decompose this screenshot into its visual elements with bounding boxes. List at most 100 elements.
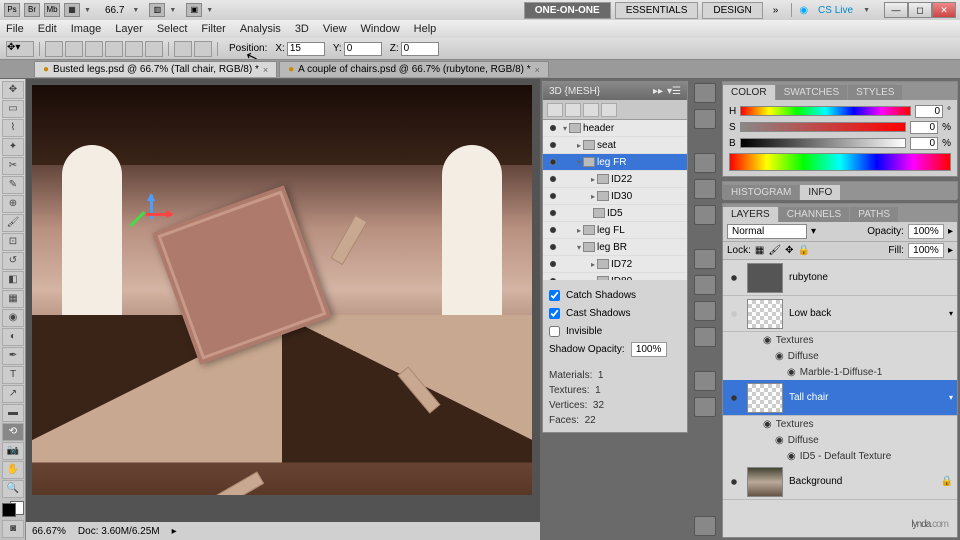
tree-item[interactable]: ▸ID22 <box>543 171 687 188</box>
canvas-area[interactable]: 66.67% Doc: 3.60M/6.25M ▸ <box>26 79 540 540</box>
3d-leg-object[interactable] <box>214 471 264 495</box>
tab-channels[interactable]: CHANNELS <box>779 207 849 222</box>
visibility-icon[interactable] <box>547 122 559 134</box>
move-tool[interactable]: ✥ <box>2 81 24 99</box>
visibility-icon[interactable] <box>727 271 741 285</box>
visibility-icon[interactable] <box>547 156 559 168</box>
current-tool-icon[interactable]: ✥▾ <box>6 41 34 57</box>
layer-effect[interactable]: ◉ Marble-1-Diffuse-1 <box>723 364 957 380</box>
cast-shadows-checkbox[interactable] <box>549 308 560 319</box>
dock-icon[interactable] <box>694 371 716 391</box>
tree-item[interactable]: ▸ID72 <box>543 256 687 273</box>
menu-select[interactable]: Select <box>157 23 188 35</box>
visibility-icon[interactable] <box>547 241 559 253</box>
roll-icon[interactable] <box>85 41 103 57</box>
tab-layers[interactable]: LAYERS <box>723 207 778 222</box>
hue-input[interactable]: 0 <box>915 105 943 118</box>
opacity-input[interactable]: 100% <box>908 224 944 239</box>
mesh-filter-icon[interactable] <box>565 103 581 117</box>
chevron-down-icon[interactable]: ▼ <box>132 7 139 14</box>
blend-mode-select[interactable]: Normal <box>727 224 807 239</box>
layer-thumbnail[interactable] <box>747 383 783 413</box>
layer-list[interactable]: rubytoneLow back▾◉ Textures◉ Diffuse◉ Ma… <box>723 260 957 537</box>
dock-icon[interactable] <box>694 179 716 199</box>
menu-layer[interactable]: Layer <box>115 23 143 35</box>
tree-item[interactable]: ▾leg FR <box>543 154 687 171</box>
layer-row[interactable]: Low back▾ <box>723 296 957 332</box>
tree-item[interactable]: ▸ID30 <box>543 188 687 205</box>
invisible-checkbox[interactable] <box>549 326 560 337</box>
eye-icon[interactable]: ◉ <box>775 351 784 362</box>
menu-analysis[interactable]: Analysis <box>240 23 281 35</box>
eraser-tool[interactable]: ◧ <box>2 271 24 289</box>
mesh-icon[interactable] <box>194 41 212 57</box>
x-axis-icon[interactable] <box>146 213 172 216</box>
menu-edit[interactable]: Edit <box>38 23 57 35</box>
layer-effect[interactable]: ◉ Textures <box>723 332 957 348</box>
chevron-down-icon[interactable]: ▼ <box>206 7 213 14</box>
stamp-tool[interactable]: ⊡ <box>2 233 24 251</box>
menu-file[interactable]: File <box>6 23 24 35</box>
dodge-tool[interactable]: ◐ <box>2 328 24 346</box>
dock-icon[interactable] <box>694 153 716 173</box>
path-tool[interactable]: ↗ <box>2 385 24 403</box>
pen-tool[interactable]: ✒ <box>2 347 24 365</box>
cs-live-link[interactable]: CS Live <box>812 5 859 16</box>
workspace-essentials[interactable]: ESSENTIALS <box>615 2 699 19</box>
rotate-icon[interactable] <box>65 41 83 57</box>
blur-tool[interactable]: ◉ <box>2 309 24 327</box>
hue-slider[interactable] <box>740 106 911 116</box>
view-extras-icon[interactable]: ▦ <box>64 3 80 17</box>
catch-shadows-checkbox[interactable] <box>549 290 560 301</box>
sat-slider[interactable] <box>740 122 906 132</box>
lock-transparency-icon[interactable]: ▦ <box>755 245 764 256</box>
workspace-design[interactable]: DESIGN <box>702 2 762 19</box>
bri-input[interactable]: 0 <box>910 137 938 150</box>
tree-item[interactable]: ID5 <box>543 205 687 222</box>
doc-tab-1[interactable]: ●Busted legs.psd @ 66.7% (Tall chair, RG… <box>34 61 277 77</box>
dock-icon[interactable] <box>694 397 716 417</box>
tab-info[interactable]: INFO <box>800 185 840 200</box>
minimize-button[interactable]: — <box>884 2 908 18</box>
gradient-tool[interactable]: ▦ <box>2 290 24 308</box>
type-tool[interactable]: T <box>2 366 24 384</box>
visibility-icon[interactable] <box>547 275 559 280</box>
light-icon[interactable] <box>174 41 192 57</box>
tab-paths[interactable]: PATHS <box>850 207 898 222</box>
dock-icon[interactable] <box>694 516 716 536</box>
maximize-button[interactable]: ◻ <box>908 2 932 18</box>
dock-icon[interactable] <box>694 83 716 103</box>
close-icon[interactable]: × <box>535 65 540 75</box>
tree-item[interactable]: ▸ID80 <box>543 273 687 280</box>
collapse-icon[interactable]: ▸▸ <box>653 86 663 97</box>
dock-icon[interactable] <box>694 301 716 321</box>
scene-filter-icon[interactable] <box>547 103 563 117</box>
layer-row[interactable]: Background🔒 <box>723 464 957 500</box>
slide-icon[interactable] <box>125 41 143 57</box>
dock-icon[interactable] <box>694 109 716 129</box>
dock-icon[interactable] <box>694 249 716 269</box>
dock-icon[interactable] <box>694 275 716 295</box>
doc-tab-2[interactable]: ●A couple of chairs.psd @ 66.7% (rubyton… <box>279 61 549 77</box>
layer-effect[interactable]: ◉ ID5 - Default Texture <box>723 448 957 464</box>
fx-icon[interactable]: ▾ <box>949 309 953 318</box>
layer-effect[interactable]: ◉ Diffuse <box>723 348 957 364</box>
tree-item[interactable]: ▾leg BR <box>543 239 687 256</box>
doc-size-status[interactable]: Doc: 3.60M/6.25M <box>78 526 160 537</box>
lock-move-icon[interactable]: ✥ <box>785 245 793 256</box>
tree-item[interactable]: ▸leg FL <box>543 222 687 239</box>
marquee-tool[interactable]: ▭ <box>2 100 24 118</box>
material-filter-icon[interactable] <box>583 103 599 117</box>
position-y-input[interactable] <box>344 42 382 56</box>
3d-leg-object[interactable] <box>330 215 367 265</box>
close-button[interactable]: ✕ <box>932 2 956 18</box>
eye-icon[interactable]: ◉ <box>787 367 796 378</box>
tree-item[interactable]: ▸seat <box>543 137 687 154</box>
3d-camera-tool[interactable]: 📷 <box>2 442 24 460</box>
z-axis-icon[interactable] <box>129 211 145 227</box>
tab-styles[interactable]: STYLES <box>848 85 902 100</box>
tab-histogram[interactable]: HISTOGRAM <box>723 185 799 200</box>
menu-help[interactable]: Help <box>414 23 437 35</box>
hand-tool[interactable]: ✋ <box>2 461 24 479</box>
close-icon[interactable]: × <box>263 65 268 75</box>
